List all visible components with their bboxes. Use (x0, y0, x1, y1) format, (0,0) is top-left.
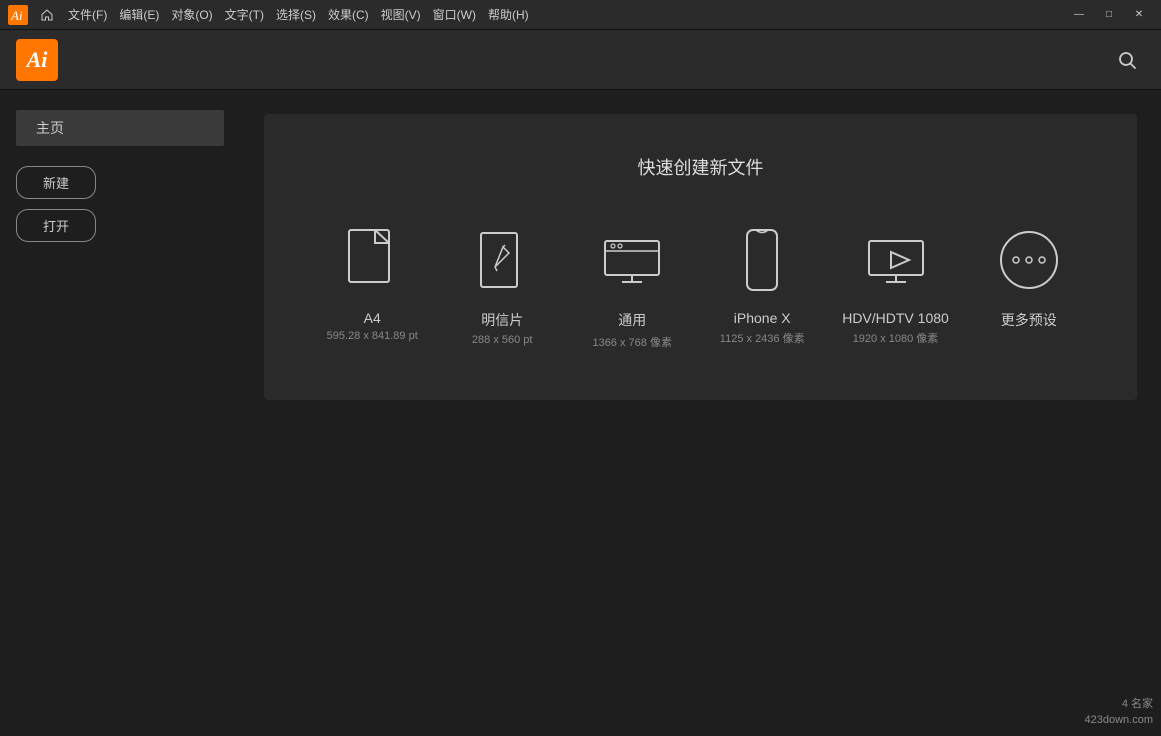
close-button[interactable]: ✕ (1125, 4, 1153, 26)
iphone-size: 1125 x 2436 像素 (720, 330, 805, 346)
menu-window[interactable]: 窗口(W) (427, 0, 482, 29)
template-postcard[interactable]: 明信片 288 x 560 pt (452, 220, 552, 346)
hdtv-name: HDV/HDTV 1080 (842, 310, 949, 326)
iphone-icon (722, 220, 802, 300)
a4-icon (332, 220, 412, 300)
template-hdtv[interactable]: HDV/HDTV 1080 1920 x 1080 像素 (842, 220, 949, 346)
more-name: 更多预设 (1001, 310, 1057, 330)
menu-effect[interactable]: 效果(C) (322, 0, 375, 29)
menu-edit[interactable]: 编辑(E) (113, 0, 165, 29)
title-bar-logo-icon: Ai (8, 5, 28, 25)
iphone-name: iPhone X (734, 310, 791, 326)
postcard-icon (462, 220, 542, 300)
sidebar: 主页 新建 打开 (0, 90, 240, 736)
hdtv-size: 1920 x 1080 像素 (853, 330, 939, 346)
quick-create-panel: 快速创建新文件 A4 595.28 x 841.89 pt (264, 114, 1137, 400)
hdtv-icon (856, 220, 936, 300)
search-button[interactable] (1109, 42, 1145, 78)
general-icon (592, 220, 672, 300)
template-general[interactable]: 通用 1366 x 768 像素 (582, 220, 682, 350)
a4-name: A4 (364, 310, 381, 326)
postcard-size: 288 x 560 pt (472, 334, 533, 346)
open-button[interactable]: 打开 (16, 209, 96, 242)
menu-text[interactable]: 文字(T) (219, 0, 270, 29)
minimize-button[interactable]: — (1065, 4, 1093, 26)
general-name: 通用 (618, 310, 646, 330)
svg-text:Ai: Ai (10, 8, 23, 23)
templates-row: A4 595.28 x 841.89 pt 明信片 (322, 220, 1079, 350)
panel-title: 快速创建新文件 (638, 154, 764, 180)
template-more[interactable]: 更多预设 (979, 220, 1079, 334)
menu-file[interactable]: 文件(F) (62, 0, 113, 29)
menu-view[interactable]: 视图(V) (375, 0, 427, 29)
menu-select[interactable]: 选择(S) (270, 0, 322, 29)
a4-size: 595.28 x 841.89 pt (327, 330, 418, 342)
general-size: 1366 x 768 像素 (592, 334, 672, 350)
home-tab[interactable]: 主页 (16, 110, 224, 146)
menu-help[interactable]: 帮助(H) (482, 0, 535, 29)
maximize-button[interactable]: □ (1095, 4, 1123, 26)
postcard-name: 明信片 (481, 310, 523, 330)
menu-bar: 文件(F) 编辑(E) 对象(O) 文字(T) 选择(S) 效果(C) 视图(V… (62, 0, 535, 29)
more-icon (989, 220, 1069, 300)
watermark-line1: 4 名家 (1085, 697, 1154, 712)
menu-object[interactable]: 对象(O) (165, 0, 218, 29)
watermark: 4 名家 423down.com (1085, 697, 1154, 728)
app-header: Ai (0, 30, 1161, 90)
template-a4[interactable]: A4 595.28 x 841.89 pt (322, 220, 422, 342)
template-iphone[interactable]: iPhone X 1125 x 2436 像素 (712, 220, 812, 346)
home-icon[interactable] (36, 0, 58, 29)
sidebar-buttons: 新建 打开 (16, 166, 224, 242)
window-controls: — □ ✕ (1065, 4, 1153, 26)
app-logo: Ai (16, 39, 58, 81)
new-button[interactable]: 新建 (16, 166, 96, 199)
main-layout: 主页 新建 打开 快速创建新文件 A4 (0, 90, 1161, 736)
content-area: 快速创建新文件 A4 595.28 x 841.89 pt (240, 90, 1161, 736)
title-bar: Ai 文件(F) 编辑(E) 对象(O) 文字(T) 选择(S) 效果(C) 视… (0, 0, 1161, 30)
watermark-line2: 423down.com (1085, 713, 1154, 728)
